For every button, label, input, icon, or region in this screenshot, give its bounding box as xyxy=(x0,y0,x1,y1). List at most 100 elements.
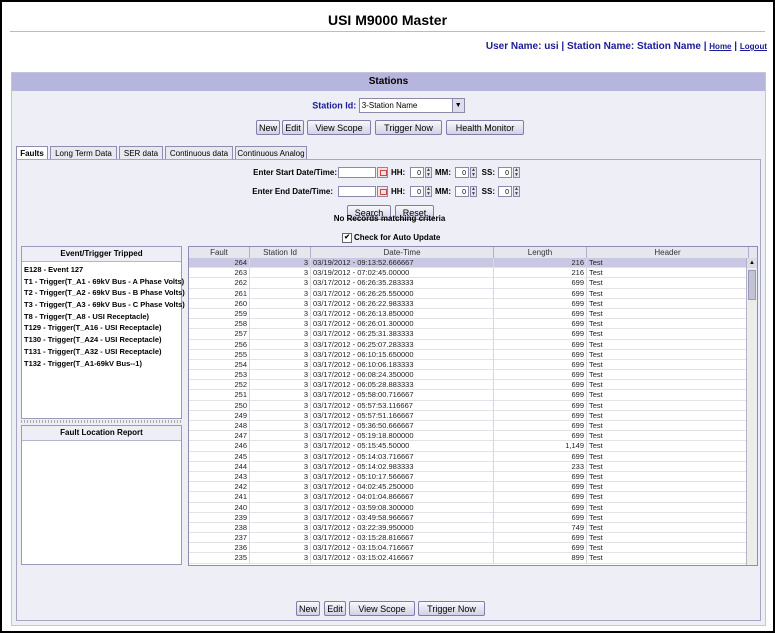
logout-link[interactable]: Logout xyxy=(740,42,767,51)
table-row[interactable]: 253 3 03/17/2012 - 06:08:24.350000 699 Test xyxy=(189,370,757,381)
table-row[interactable]: 254 3 03/17/2012 - 06:10:06.183333 699 Test xyxy=(189,359,757,371)
table-row[interactable]: 243 3 03/17/2012 - 05:10:17.566667 699 Test xyxy=(189,471,757,483)
table-row[interactable]: 248 3 03/17/2012 - 05:36:50.666667 699 Test xyxy=(189,421,757,432)
table-row[interactable]: 239 3 03/17/2012 - 03:49:58.966667 699 Test xyxy=(189,512,757,523)
table-row[interactable]: 250 3 03/17/2012 - 05:57:53.116667 699 Test xyxy=(189,400,757,411)
cell-fault: 250 xyxy=(189,400,250,411)
scroll-down-icon[interactable]: ▼ xyxy=(747,565,757,566)
table-scrollbar[interactable]: ▲ ▼ xyxy=(746,258,757,566)
table-row[interactable]: 257 3 03/17/2012 - 06:25:31.383333 699 Test xyxy=(189,329,757,340)
cell-length: 699 xyxy=(494,359,587,371)
calendar-icon[interactable] xyxy=(377,186,388,197)
list-item[interactable]: T1 - Trigger(T_A1 - 69kV Bus - A Phase V… xyxy=(22,276,184,288)
trigger-now-button[interactable]: Trigger Now xyxy=(375,120,442,135)
calendar-icon[interactable] xyxy=(377,167,388,178)
table-row[interactable]: 259 3 03/17/2012 - 06:26:13.850000 699 Test xyxy=(189,308,757,320)
list-item[interactable]: T131 - Trigger(T_A32 - USI Receptacle) xyxy=(22,346,181,358)
cell-length: 699 xyxy=(494,308,587,320)
spinner-icon[interactable]: ▲ ▼ xyxy=(513,186,520,197)
table-row[interactable]: 246 3 03/17/2012 - 05:15:45.50000 1,149 Test xyxy=(189,441,757,452)
new-button[interactable]: New xyxy=(256,120,280,135)
list-item[interactable]: T132 - Trigger(T_A1-69kV Bus--1) xyxy=(22,358,181,370)
table-row[interactable]: 264 3 03/19/2012 - 09:13:52.666667 216 Test xyxy=(189,258,757,269)
tab-faults[interactable]: Faults xyxy=(16,146,48,160)
home-link[interactable]: Home xyxy=(709,42,731,51)
list-item[interactable]: E128 - Event 127 xyxy=(22,264,181,276)
cell-header: Test xyxy=(587,288,757,299)
start-ss-input[interactable]: 0 xyxy=(498,167,512,178)
list-item[interactable]: T2 - Trigger(T_A2 - 69kV Bus - B Phase V… xyxy=(22,287,185,299)
table-row[interactable]: 258 3 03/17/2012 - 06:26:01.300000 699 Test xyxy=(189,319,757,330)
end-hh-input[interactable]: 0 xyxy=(410,186,424,197)
cell-length: 699 xyxy=(494,370,587,381)
column-header-station-id[interactable]: Station Id xyxy=(250,247,311,258)
list-item[interactable]: T3 - Trigger(T_A3 - 69kV Bus - C Phase V… xyxy=(22,299,185,311)
tab-long-term-data[interactable]: Long Term Data xyxy=(50,146,117,159)
tab-continuous-analog-data[interactable]: Continuous Analog data xyxy=(235,146,307,171)
health-monitor-button[interactable]: Health Monitor xyxy=(446,120,524,135)
bottom-edit-button[interactable]: Edit xyxy=(324,601,346,616)
tab-ser-data[interactable]: SER data xyxy=(119,146,163,159)
cell-date-time: 03/19/2012 - 09:13:52.666667 xyxy=(311,258,494,269)
edit-button[interactable]: Edit xyxy=(282,120,304,135)
table-row[interactable]: 245 3 03/17/2012 - 05:14:03.716667 699 Test xyxy=(189,451,757,462)
cell-header: Test xyxy=(587,359,757,371)
table-row[interactable]: 238 3 03/17/2012 - 03:22:39.950000 749 Test xyxy=(189,522,757,534)
end-mm-input[interactable]: 0 xyxy=(455,186,469,197)
splitter-handle[interactable] xyxy=(21,420,182,423)
list-item[interactable]: T129 - Trigger(T_A16 - USI Receptacle) xyxy=(22,322,181,334)
cell-length: 699 xyxy=(494,471,587,483)
spinner-icon[interactable]: ▲ ▼ xyxy=(470,186,477,197)
view-scope-button[interactable]: View Scope xyxy=(307,120,371,135)
table-row[interactable]: 251 3 03/17/2012 - 05:58:00.716667 699 Test xyxy=(189,390,757,401)
spinner-icon[interactable]: ▲ ▼ xyxy=(513,167,520,178)
table-row[interactable]: 247 3 03/17/2012 - 05:19:18.800000 699 Test xyxy=(189,431,757,442)
table-row[interactable]: 242 3 03/17/2012 - 04:02:45.250000 699 Test xyxy=(189,482,757,493)
bottom-trigger-now-button[interactable]: Trigger Now xyxy=(418,601,485,616)
tab-continuous-data[interactable]: Continuous data xyxy=(165,146,233,159)
table-row[interactable]: 256 3 03/17/2012 - 06:25:07.283333 699 Test xyxy=(189,339,757,350)
start-hh-input[interactable]: 0 xyxy=(410,167,424,178)
cell-fault: 247 xyxy=(189,431,250,442)
table-row[interactable]: 255 3 03/17/2012 - 06:10:15.650000 699 Test xyxy=(189,349,757,360)
end-date-input[interactable] xyxy=(338,186,376,197)
column-header-header[interactable]: Header xyxy=(587,247,749,258)
column-header-length[interactable]: Length xyxy=(494,247,587,258)
table-row[interactable]: 236 3 03/17/2012 - 03:15:04.716667 699 Test xyxy=(189,543,757,554)
scrollbar-thumb[interactable] xyxy=(748,270,756,300)
column-header-fault[interactable]: Fault xyxy=(189,247,250,258)
spinner-icon[interactable]: ▲ ▼ xyxy=(425,167,432,178)
column-header-date-time[interactable]: Date-Time xyxy=(311,247,494,258)
table-row[interactable]: 262 3 03/17/2012 - 06:26:35.283333 699 Test xyxy=(189,278,757,289)
start-date-input[interactable] xyxy=(338,167,376,178)
table-row[interactable]: 261 3 03/17/2012 - 06:26:25.550000 699 Test xyxy=(189,288,757,299)
spinner-icon[interactable]: ▲ ▼ xyxy=(470,167,477,178)
table-row[interactable]: 240 3 03/17/2012 - 03:59:08.300000 699 Test xyxy=(189,502,757,513)
cell-header: Test xyxy=(587,482,757,493)
end-datetime-label: Enter End Date/Time: xyxy=(252,187,333,196)
table-row[interactable]: 241 3 03/17/2012 - 04:01:04.866667 699 Test xyxy=(189,492,757,503)
table-row[interactable]: 237 3 03/17/2012 - 03:15:28.816667 699 Test xyxy=(189,533,757,544)
table-row[interactable]: 235 3 03/17/2012 - 03:15:02.416667 899 Test xyxy=(189,553,757,564)
spinner-icon[interactable]: ▲ ▼ xyxy=(425,186,432,197)
cell-station-id: 3 xyxy=(250,522,311,534)
cell-fault: 245 xyxy=(189,451,250,462)
station-id-select[interactable]: 3-Station Name ▼ xyxy=(358,98,465,113)
table-row[interactable]: 252 3 03/17/2012 - 06:05:28.883333 699 Test xyxy=(189,380,757,391)
cell-station-id: 3 xyxy=(250,308,311,320)
table-row[interactable]: 260 3 03/17/2012 - 06:26:22.983333 699 Test xyxy=(189,298,757,309)
cell-header: Test xyxy=(587,543,757,554)
scroll-up-icon[interactable]: ▲ xyxy=(747,258,757,268)
bottom-new-button[interactable]: New xyxy=(296,601,320,616)
table-row[interactable]: 263 3 03/19/2012 - 07:02:45.00000 216 Test xyxy=(189,268,757,279)
start-mm-input[interactable]: 0 xyxy=(455,167,469,178)
bottom-view-scope-button[interactable]: View Scope xyxy=(349,601,415,616)
chevron-down-icon[interactable]: ▼ xyxy=(451,99,464,112)
cell-fault: 251 xyxy=(189,390,250,401)
list-item[interactable]: T8 - Trigger(T_A8 - USI Receptacle) xyxy=(22,311,181,323)
table-row[interactable]: 249 3 03/17/2012 - 05:57:51.166667 699 Test xyxy=(189,410,757,421)
list-item[interactable]: T130 - Trigger(T_A24 - USI Receptacle) xyxy=(22,334,181,346)
auto-update-checkbox[interactable]: ✔ xyxy=(342,233,352,243)
table-row[interactable]: 244 3 03/17/2012 - 05:14:02.983333 233 Test xyxy=(189,461,757,472)
end-ss-input[interactable]: 0 xyxy=(498,186,512,197)
